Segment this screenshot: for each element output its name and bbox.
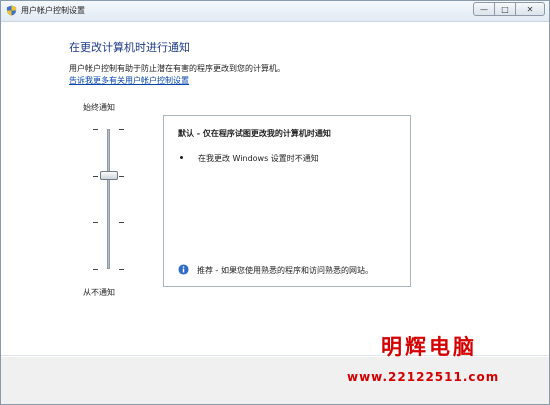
close-icon: ✕ [526, 4, 534, 14]
setting-title: 默认 - 仅在程序试图更改我的计算机时通知 [178, 129, 331, 138]
watermark-name: 明辉电脑 [381, 335, 477, 359]
setting-description-panel: 默认 - 仅在程序试图更改我的计算机时通知 在我更改 Windows 设置时不通… [163, 115, 411, 287]
slider-tick [119, 175, 124, 177]
maximize-icon: □ [501, 4, 509, 14]
bullet-dot [180, 156, 183, 159]
slider-thumb[interactable] [100, 171, 118, 181]
slider-tick [93, 175, 98, 177]
page-description: 用户帐户控制有助于防止潜在有害的程序更改到您的计算机。 [69, 64, 285, 73]
watermark-url: www.22122511.com [347, 370, 500, 384]
minimize-icon: — [480, 4, 488, 14]
slider-track[interactable] [107, 129, 110, 269]
minimize-button[interactable]: — [473, 2, 495, 16]
window-controls: — □ ✕ [473, 2, 545, 17]
uac-shield-icon [6, 5, 17, 16]
notification-level-slider[interactable] [91, 119, 131, 279]
slider-tick [119, 222, 124, 224]
slider-tick [119, 129, 124, 130]
setting-detail: 在我更改 Windows 设置时不通知 [198, 154, 319, 163]
page-heading: 在更改计算机时进行通知 [69, 41, 190, 54]
window-title: 用户帐户控制设置 [21, 6, 85, 15]
close-button[interactable]: ✕ [515, 2, 545, 16]
slider-bottom-label: 从不通知 [83, 288, 115, 297]
info-icon [178, 264, 189, 275]
uac-settings-window: 用户帐户控制设置 — □ ✕ 在更改计算机时进行通知 用户帐户控制有助于防止潜在… [0, 0, 550, 405]
slider-tick [119, 269, 124, 270]
recommendation-text: 推荐 - 如果您使用熟悉的程序和访问熟悉的网站。 [197, 266, 373, 275]
maximize-button[interactable]: □ [494, 2, 516, 16]
slider-tick [93, 269, 98, 270]
slider-tick [93, 129, 98, 130]
title-bar[interactable]: 用户帐户控制设置 — □ ✕ [1, 1, 549, 22]
slider-top-label: 始终通知 [83, 103, 115, 112]
slider-tick [93, 222, 98, 224]
learn-more-link[interactable]: 告诉我更多有关用户帐户控制设置 [69, 75, 189, 86]
